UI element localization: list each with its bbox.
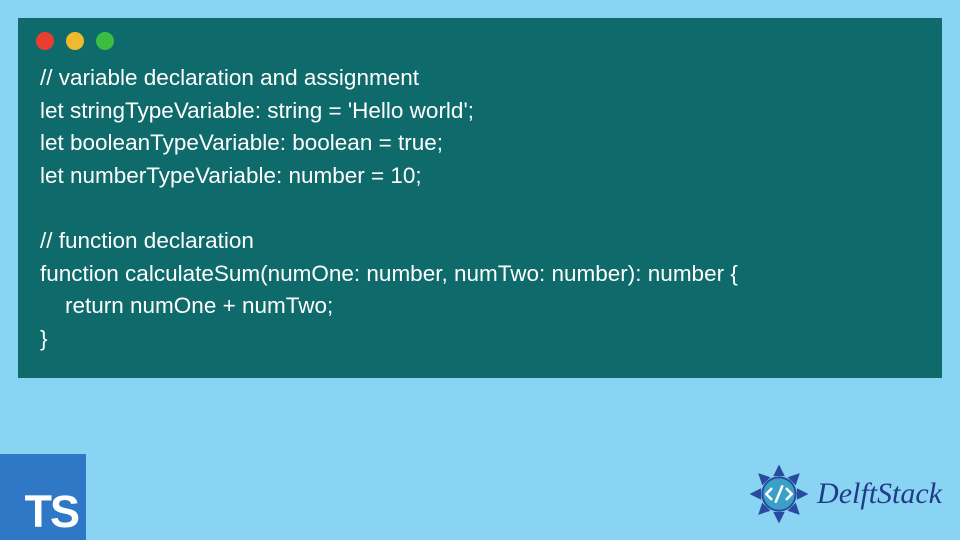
minimize-dot-icon (66, 32, 84, 50)
window-titlebar (18, 18, 942, 58)
code-line: function calculateSum(numOne: number, nu… (40, 261, 738, 286)
code-line: // function declaration (40, 228, 254, 253)
code-block: // variable declaration and assignment l… (18, 58, 942, 360)
typescript-badge: TS (0, 454, 86, 540)
brand: DelftStack (747, 462, 942, 526)
code-line: let booleanTypeVariable: boolean = true; (40, 130, 443, 155)
brand-name: DelftStack (817, 477, 942, 511)
code-line: let numberTypeVariable: number = 10; (40, 163, 422, 188)
brand-logo-icon (747, 462, 811, 526)
code-line: return numOne + numTwo; (40, 293, 333, 318)
close-dot-icon (36, 32, 54, 50)
code-line: let stringTypeVariable: string = 'Hello … (40, 98, 474, 123)
code-line: // variable declaration and assignment (40, 65, 419, 90)
code-line: } (40, 326, 48, 351)
typescript-badge-label: TS (24, 489, 78, 534)
maximize-dot-icon (96, 32, 114, 50)
code-window: // variable declaration and assignment l… (18, 18, 942, 378)
